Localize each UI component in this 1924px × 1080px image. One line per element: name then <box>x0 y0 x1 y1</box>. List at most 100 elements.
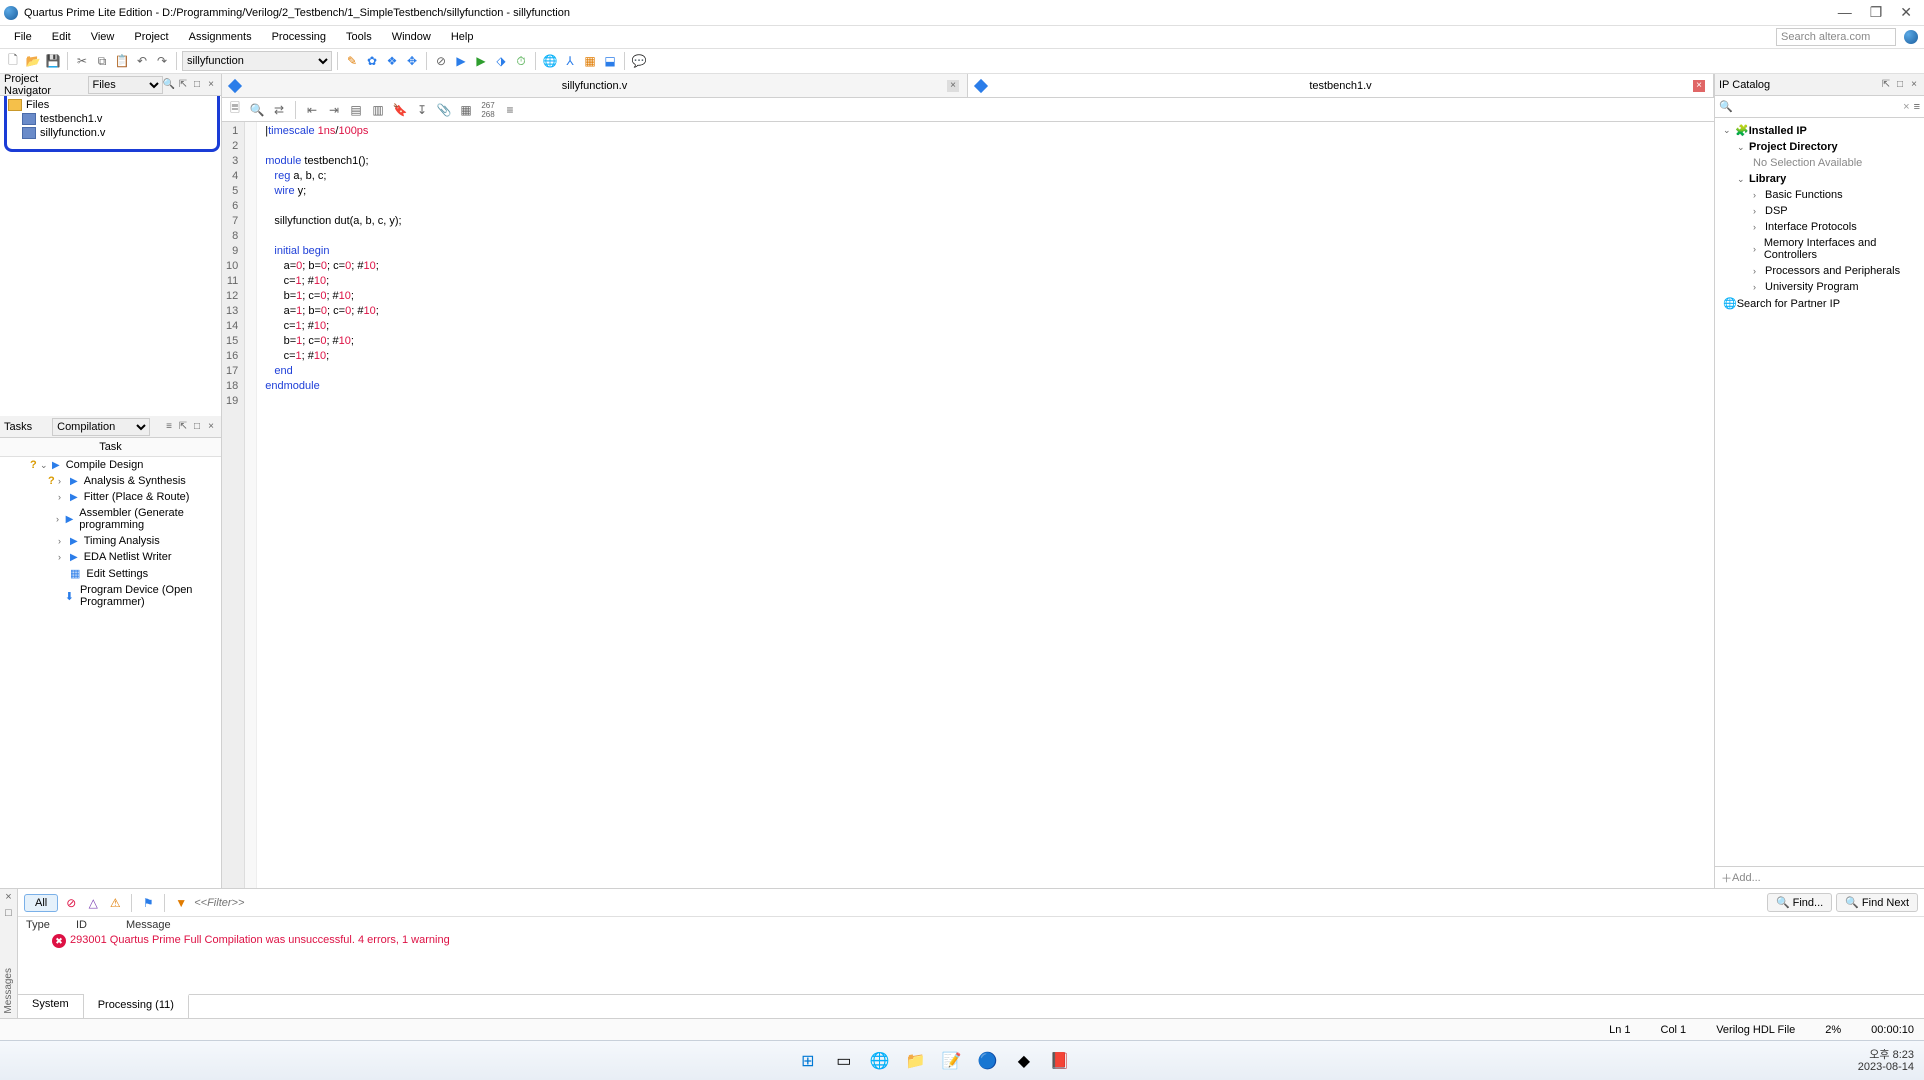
stop-icon[interactable]: ⊘ <box>432 52 450 70</box>
menu-view[interactable]: View <box>83 29 123 45</box>
ip-category[interactable]: ›Basic Functions <box>1719 187 1920 203</box>
file-item[interactable]: testbench1.v <box>4 112 217 126</box>
tasks-pin-icon[interactable]: ⇱ <box>177 421 189 433</box>
timing-icon[interactable]: ⏱ <box>512 52 530 70</box>
cut-icon[interactable]: ✂ <box>73 52 91 70</box>
maximize-button[interactable]: ❐ <box>1870 4 1883 21</box>
nav-max-icon[interactable]: □ <box>191 79 203 91</box>
ed-next-bookmark-icon[interactable]: ↧ <box>413 101 431 119</box>
messages-find-button[interactable]: 🔍 Find... <box>1767 893 1832 912</box>
ed-linenum-icon[interactable]: 267268 <box>479 101 497 119</box>
gear3-icon[interactable]: ✥ <box>403 52 421 70</box>
tab-close-icon[interactable]: × <box>947 80 959 92</box>
ip-project-directory[interactable]: ⌄Project Directory <box>1719 139 1920 155</box>
open-file-icon[interactable]: 📂 <box>24 52 42 70</box>
nfacets-search-icon[interactable]: 🔍 <box>163 79 175 91</box>
menu-help[interactable]: Help <box>443 29 482 45</box>
messages-warning-filter-icon[interactable]: ⚠ <box>106 894 124 912</box>
analyze-icon[interactable]: ⬗ <box>492 52 510 70</box>
paste-icon[interactable]: 📋 <box>113 52 131 70</box>
task-item[interactable]: ⬇Program Device (Open Programmer) <box>0 582 221 610</box>
messages-filter-input[interactable] <box>194 897 354 909</box>
explorer-icon[interactable]: 📁 <box>902 1047 930 1075</box>
messages-tab-system[interactable]: System <box>18 995 84 1018</box>
app-icon[interactable]: ◆ <box>1010 1047 1038 1075</box>
ip-category[interactable]: ›Processors and Peripherals <box>1719 263 1920 279</box>
tasks-max-icon[interactable]: □ <box>191 421 203 433</box>
menu-assignments[interactable]: Assignments <box>181 29 260 45</box>
ed-find-icon[interactable]: 🔍 <box>248 101 266 119</box>
chip-icon[interactable]: ▦ <box>581 52 599 70</box>
menu-tools[interactable]: Tools <box>338 29 380 45</box>
navigator-mode-combo[interactable]: Files <box>88 76 164 94</box>
task-item[interactable]: ›▶EDA Netlist Writer <box>0 549 221 565</box>
ip-category[interactable]: ›DSP <box>1719 203 1920 219</box>
run-icon[interactable]: ▶ <box>472 52 490 70</box>
editor-tab[interactable]: testbench1.v × <box>968 74 1714 97</box>
ip-search-menu-icon[interactable]: ≡ <box>1914 101 1920 113</box>
redo-icon[interactable]: ↷ <box>153 52 171 70</box>
ip-category[interactable]: ›University Program <box>1719 279 1920 295</box>
tab-close-icon[interactable]: × <box>1693 80 1705 92</box>
ed-outdent-icon[interactable]: ⇤ <box>303 101 321 119</box>
messages-funnel-icon[interactable]: ▼ <box>172 894 190 912</box>
ip-add-bar[interactable]: ＋ Add... <box>1715 866 1924 888</box>
messages-flag-icon[interactable]: ⚑ <box>139 894 157 912</box>
task-item[interactable]: ▦Edit Settings <box>0 565 221 582</box>
copy-icon[interactable]: ⧉ <box>93 52 111 70</box>
code-editor[interactable]: 12345678910111213141516171819 |timescale… <box>222 122 1714 888</box>
messages-all-button[interactable]: All <box>24 894 58 912</box>
menu-project[interactable]: Project <box>126 29 176 45</box>
menu-processing[interactable]: Processing <box>264 29 334 45</box>
ip-pin-icon[interactable]: ⇱ <box>1880 79 1892 91</box>
menu-window[interactable]: Window <box>384 29 439 45</box>
task-item[interactable]: ›▶Assembler (Generate programming <box>0 505 221 533</box>
ed-inspect-icon[interactable]: 🗏 <box>226 101 244 119</box>
message-row[interactable]: ✖ 293001 Quartus Prime Full Compilation … <box>18 933 1924 949</box>
ip-close-icon[interactable]: × <box>1908 79 1920 91</box>
ed-uncomment-icon[interactable]: ▥ <box>369 101 387 119</box>
tasks-menu-icon[interactable]: ≡ <box>163 421 175 433</box>
compile-icon[interactable]: ▶ <box>452 52 470 70</box>
edge-icon[interactable]: 🌐 <box>866 1047 894 1075</box>
notepad-icon[interactable]: 📝 <box>938 1047 966 1075</box>
ed-attach-icon[interactable]: 📎 <box>435 101 453 119</box>
gear-icon[interactable]: ✿ <box>363 52 381 70</box>
search-altera-input[interactable]: Search altera.com <box>1776 28 1896 46</box>
minimize-button[interactable]: — <box>1838 4 1852 21</box>
ed-replace-icon[interactable]: ⇄ <box>270 101 288 119</box>
new-file-icon[interactable]: 🗋 <box>4 52 22 70</box>
search-go-icon[interactable] <box>1904 30 1918 44</box>
ip-installed[interactable]: ⌄🧩 Installed IP <box>1719 122 1920 139</box>
nav-close-icon[interactable]: × <box>205 79 217 91</box>
ip-search-input[interactable] <box>1737 101 1903 113</box>
ip-max-icon[interactable]: □ <box>1894 79 1906 91</box>
gear2-icon[interactable]: ❖ <box>383 52 401 70</box>
system-clock[interactable]: 오후 8:23 2023-08-14 <box>1858 1049 1914 1073</box>
programmer-icon[interactable]: ⬓ <box>601 52 619 70</box>
ed-bookmark-icon[interactable]: 🔖 <box>391 101 409 119</box>
menu-edit[interactable]: Edit <box>44 29 79 45</box>
code-content[interactable]: |timescale 1ns/100ps module testbench1()… <box>257 122 409 888</box>
hierarchy-icon[interactable]: ⅄ <box>561 52 579 70</box>
menu-file[interactable]: File <box>6 29 40 45</box>
ip-partner-search[interactable]: 🌐 Search for Partner IP <box>1719 295 1920 312</box>
wand-icon[interactable]: ✎ <box>343 52 361 70</box>
task-view-icon[interactable]: ▭ <box>830 1047 858 1075</box>
messages-error-filter-icon[interactable]: ⊘ <box>62 894 80 912</box>
task-item[interactable]: ?⌄▶Compile Design <box>0 457 221 473</box>
app2-icon[interactable]: 📕 <box>1046 1047 1074 1075</box>
ed-collapse-icon[interactable]: ≡ <box>501 101 519 119</box>
project-combo[interactable]: sillyfunction <box>182 51 332 71</box>
undo-icon[interactable]: ↶ <box>133 52 151 70</box>
task-item[interactable]: ?›▶Analysis & Synthesis <box>0 473 221 489</box>
close-window-button[interactable]: ✕ <box>1900 4 1912 21</box>
ed-indent-icon[interactable]: ⇥ <box>325 101 343 119</box>
ip-library[interactable]: ⌄Library <box>1719 171 1920 187</box>
tasks-close-icon[interactable]: × <box>205 421 217 433</box>
ip-search-clear-icon[interactable]: × <box>1903 101 1909 113</box>
files-root[interactable]: Files <box>4 98 217 112</box>
task-item[interactable]: ›▶Timing Analysis <box>0 533 221 549</box>
messages-find-next-button[interactable]: 🔍 Find Next <box>1836 893 1918 912</box>
quartus-icon[interactable]: 🔵 <box>974 1047 1002 1075</box>
